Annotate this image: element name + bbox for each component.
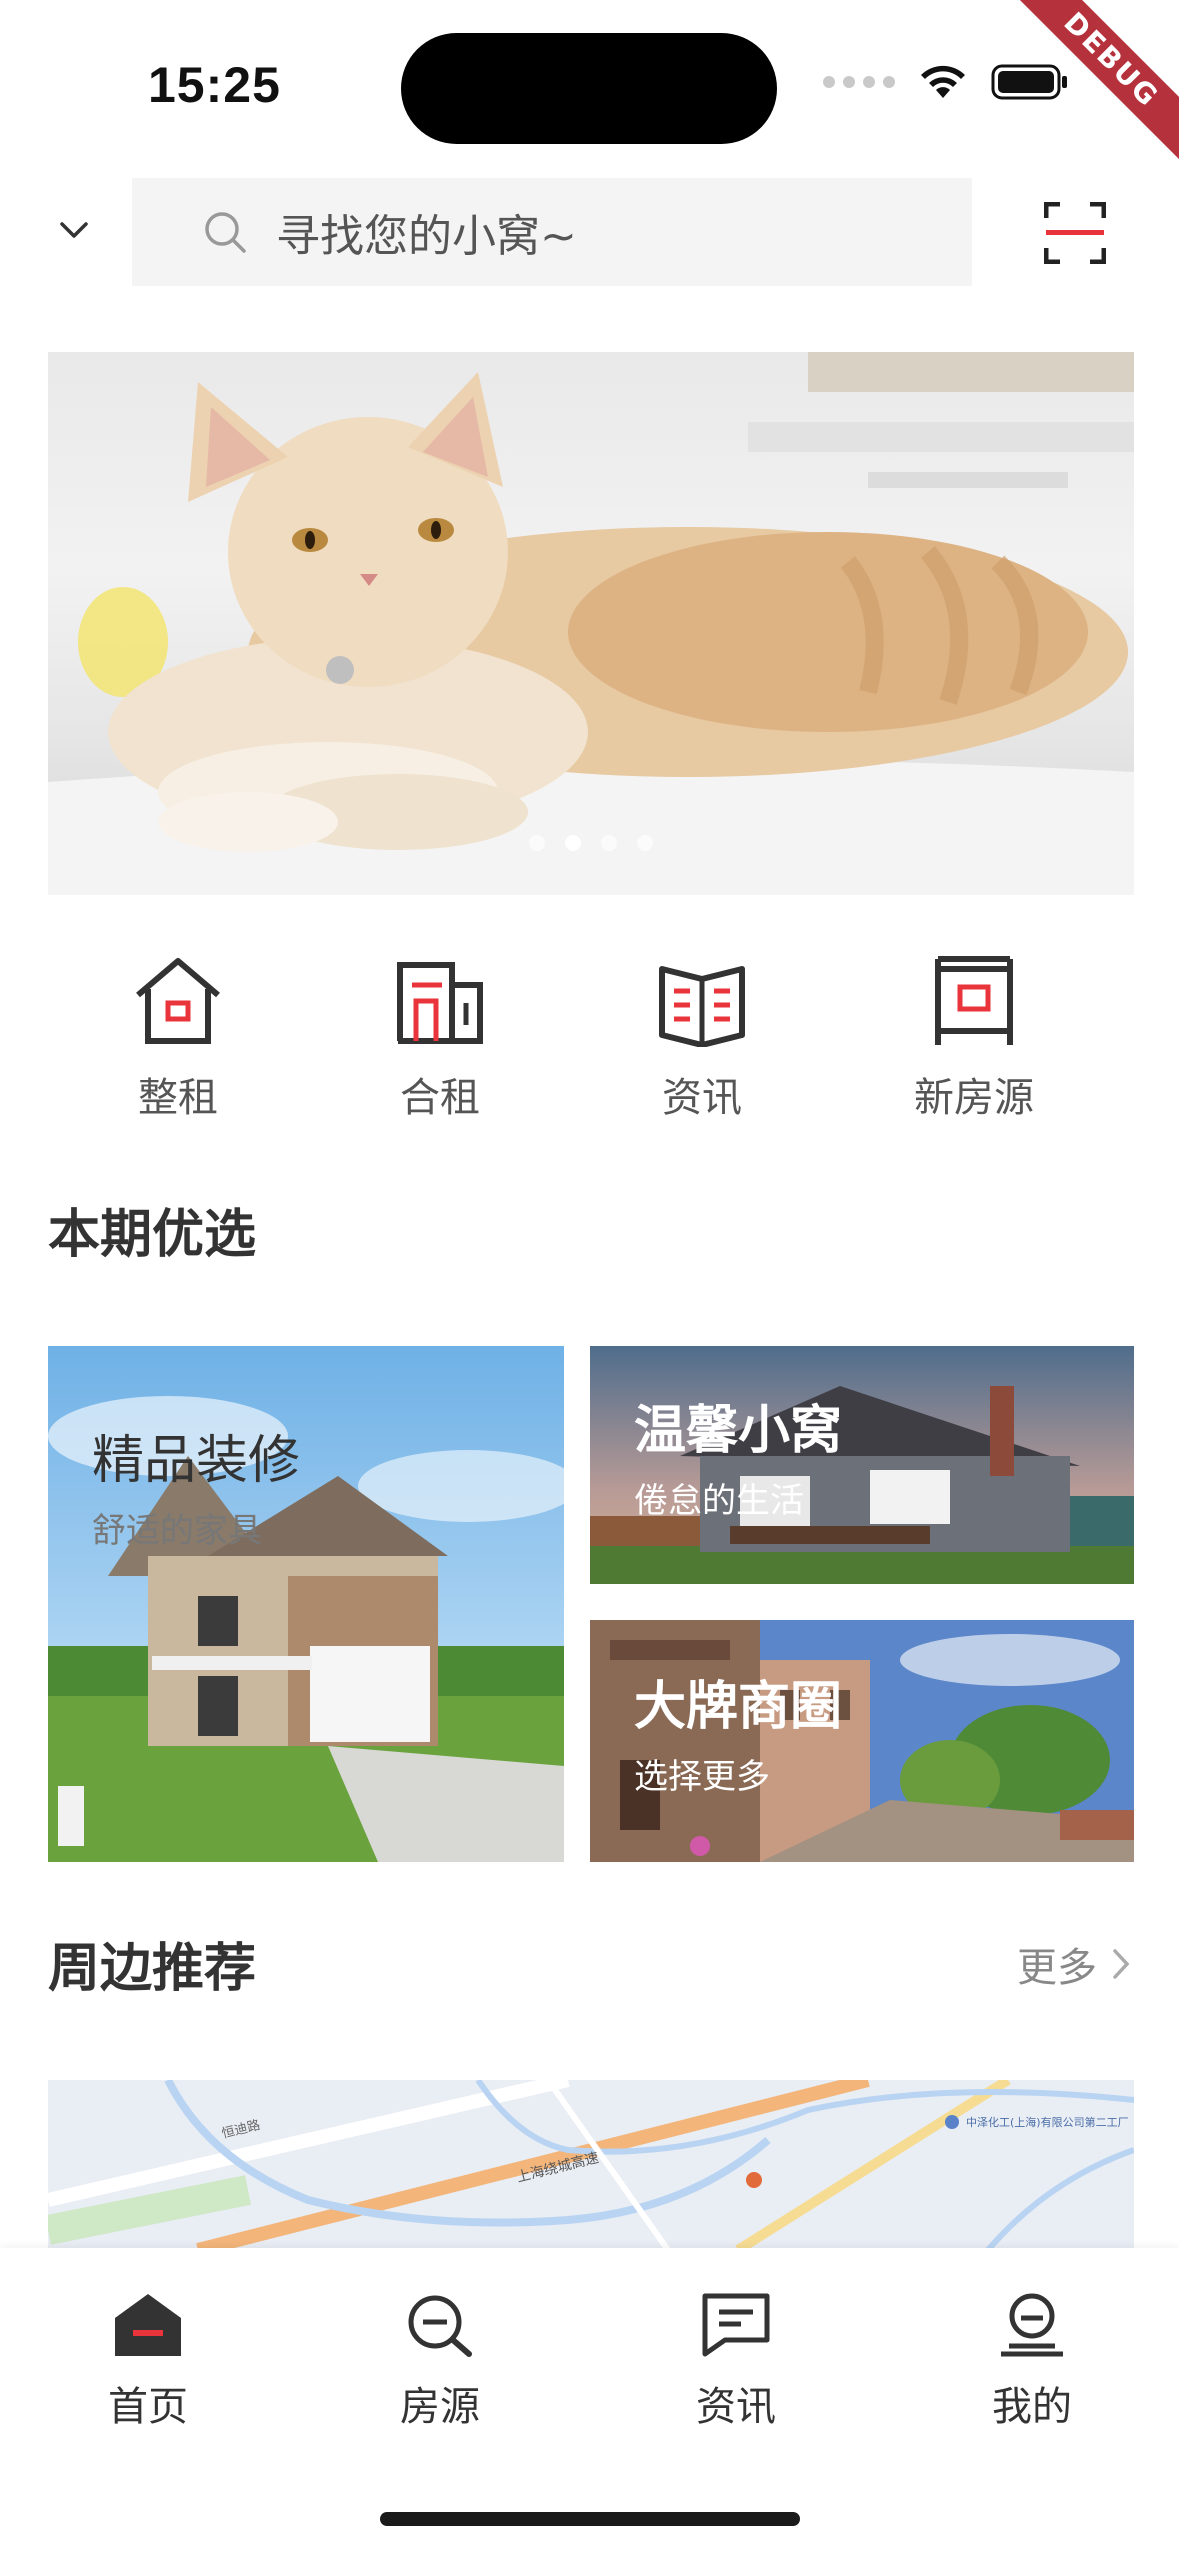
banner-cat-image — [48, 352, 1134, 895]
chevron-down-icon — [60, 222, 88, 238]
tab-label: 资讯 — [696, 2384, 776, 2430]
map-view: 上海绕城高速 恒迪路 中泽化工(上海)有限公司第二工厂 — [48, 2080, 1134, 2250]
house-icon — [136, 958, 220, 1044]
quick-nav-whole-rent[interactable]: 整租 — [88, 955, 268, 1123]
quick-nav-label: 资讯 — [662, 1075, 742, 1121]
tile-title: 精品装修 — [92, 1431, 301, 1491]
profile-icon — [1001, 2293, 1063, 2357]
more-link[interactable]: 更多 — [1017, 1935, 1131, 1993]
banner-dot-active[interactable] — [565, 835, 581, 851]
chevron-right-icon — [1113, 1949, 1130, 1979]
home-indicator[interactable] — [380, 2512, 800, 2526]
building-icon — [397, 962, 483, 1044]
quick-nav-shared-rent[interactable]: 合租 — [350, 955, 530, 1123]
more-label: 更多 — [1017, 1945, 1097, 1991]
battery-icon — [991, 64, 1067, 100]
tab-label: 我的 — [992, 2384, 1072, 2430]
tab-profile[interactable]: 我的 — [932, 2292, 1132, 2432]
quick-nav: 整租 合租 资讯 新房源 — [48, 955, 1134, 1125]
banner-dot[interactable] — [529, 835, 545, 851]
scan-icon[interactable] — [1044, 202, 1106, 264]
home-icon — [115, 2294, 181, 2356]
message-icon — [702, 2293, 770, 2357]
book-icon — [659, 966, 745, 1047]
bottom-tab-bar: 首页 房源 资讯 我的 — [0, 2248, 1179, 2556]
signboard-icon — [935, 956, 1013, 1045]
cellular-signal-icon — [823, 76, 895, 88]
nearby-map[interactable]: 上海绕城高速 恒迪路 中泽化工(上海)有限公司第二工厂 — [48, 2080, 1134, 2250]
quick-nav-label: 新房源 — [914, 1075, 1034, 1121]
featured-tile-cozy[interactable]: 温馨小窝 倦怠的生活 — [590, 1346, 1134, 1584]
featured-tile-shopping[interactable]: 大牌商圈 选择更多 — [590, 1620, 1134, 1862]
search-placeholder: 寻找您的小窝~ — [276, 211, 577, 262]
status-time: 15:25 — [148, 57, 281, 113]
search-house-icon — [408, 2295, 472, 2357]
tab-listings[interactable]: 房源 — [340, 2292, 540, 2432]
status-indicators — [823, 62, 1069, 102]
tab-label: 房源 — [400, 2384, 480, 2430]
nearby-section-title: 周边推荐 — [48, 1939, 257, 1999]
banner-dot[interactable] — [601, 835, 617, 851]
quick-nav-label: 合租 — [400, 1075, 480, 1121]
map-poi-label: 中泽化工(上海)有限公司第二工厂 — [966, 2115, 1129, 2129]
search-icon — [205, 212, 246, 253]
search-input[interactable]: 寻找您的小窝~ — [132, 178, 972, 286]
wifi-icon — [921, 65, 965, 98]
banner-carousel[interactable] — [48, 352, 1134, 895]
banner-pagination — [48, 835, 1134, 851]
tile-title: 大牌商圈 — [634, 1677, 843, 1737]
banner-dot[interactable] — [637, 835, 653, 851]
tile-subtitle: 选择更多 — [634, 1757, 770, 1797]
quick-nav-news[interactable]: 资讯 — [612, 955, 792, 1123]
tab-home[interactable]: 首页 — [48, 2292, 248, 2432]
tile-subtitle: 舒适的家具 — [92, 1511, 262, 1551]
quick-nav-label: 整租 — [138, 1075, 218, 1121]
tile-title: 温馨小窝 — [634, 1401, 843, 1461]
location-dropdown[interactable] — [52, 208, 96, 252]
featured-tile-renovation[interactable]: 精品装修 舒适的家具 — [48, 1346, 564, 1862]
tab-label: 首页 — [108, 2384, 188, 2430]
tab-news[interactable]: 资讯 — [636, 2292, 836, 2432]
tile-subtitle: 倦怠的生活 — [634, 1481, 804, 1521]
featured-section-title: 本期优选 — [48, 1205, 257, 1265]
quick-nav-new-listings[interactable]: 新房源 — [884, 955, 1064, 1123]
dynamic-island — [401, 33, 777, 144]
